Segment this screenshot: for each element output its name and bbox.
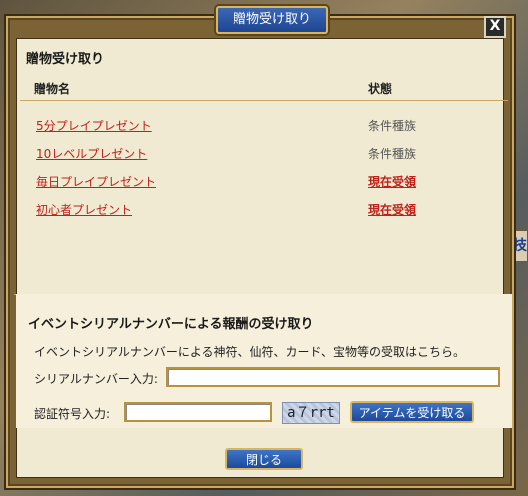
gift-link[interactable]: 初心者プレゼント <box>36 201 132 218</box>
claim-link[interactable]: 現在受領 <box>368 201 416 218</box>
auth-label: 認証符号入力: <box>34 407 111 421</box>
gift-link[interactable]: 10レベルプレゼント <box>36 145 147 162</box>
claim-link[interactable]: 現在受領 <box>368 173 416 190</box>
receive-item-button[interactable]: アイテムを受け取る <box>350 401 474 423</box>
close-button[interactable]: 閉じる <box>225 448 303 470</box>
serial-description: イベントシリアルナンバーによる神符、仙符、カード、宝物等の受取はこちら。 <box>34 345 466 359</box>
gift-section-title: 贈物受け取り <box>26 52 105 67</box>
gift-row: 10レベルプレゼント 条件種族 <box>36 145 476 163</box>
gift-link[interactable]: 5分プレイプレゼント <box>36 117 152 134</box>
header-divider <box>20 100 508 101</box>
auth-code-input[interactable] <box>124 402 272 422</box>
serial-label: シリアルナンバー入力: <box>34 372 158 386</box>
close-icon[interactable]: X <box>484 16 506 38</box>
gift-row: 5分プレイプレゼント 条件種族 <box>36 117 476 135</box>
column-header-status: 状態 <box>368 82 393 96</box>
column-header-gift-name: 贈物名 <box>34 82 71 96</box>
dialog-title: 贈物受け取り <box>216 6 328 34</box>
captcha-image: a７rrt <box>282 402 340 424</box>
gift-row: 初心者プレゼント 現在受領 <box>36 201 476 219</box>
gift-status-text: 条件種族 <box>368 119 417 133</box>
gift-status-text: 条件種族 <box>368 147 417 161</box>
gift-link[interactable]: 毎日プレイプレゼント <box>36 173 156 190</box>
serial-input[interactable] <box>166 367 500 387</box>
gift-row: 毎日プレイプレゼント 現在受領 <box>36 173 476 191</box>
serial-section-title: イベントシリアルナンバーによる報酬の受け取り <box>28 317 314 332</box>
